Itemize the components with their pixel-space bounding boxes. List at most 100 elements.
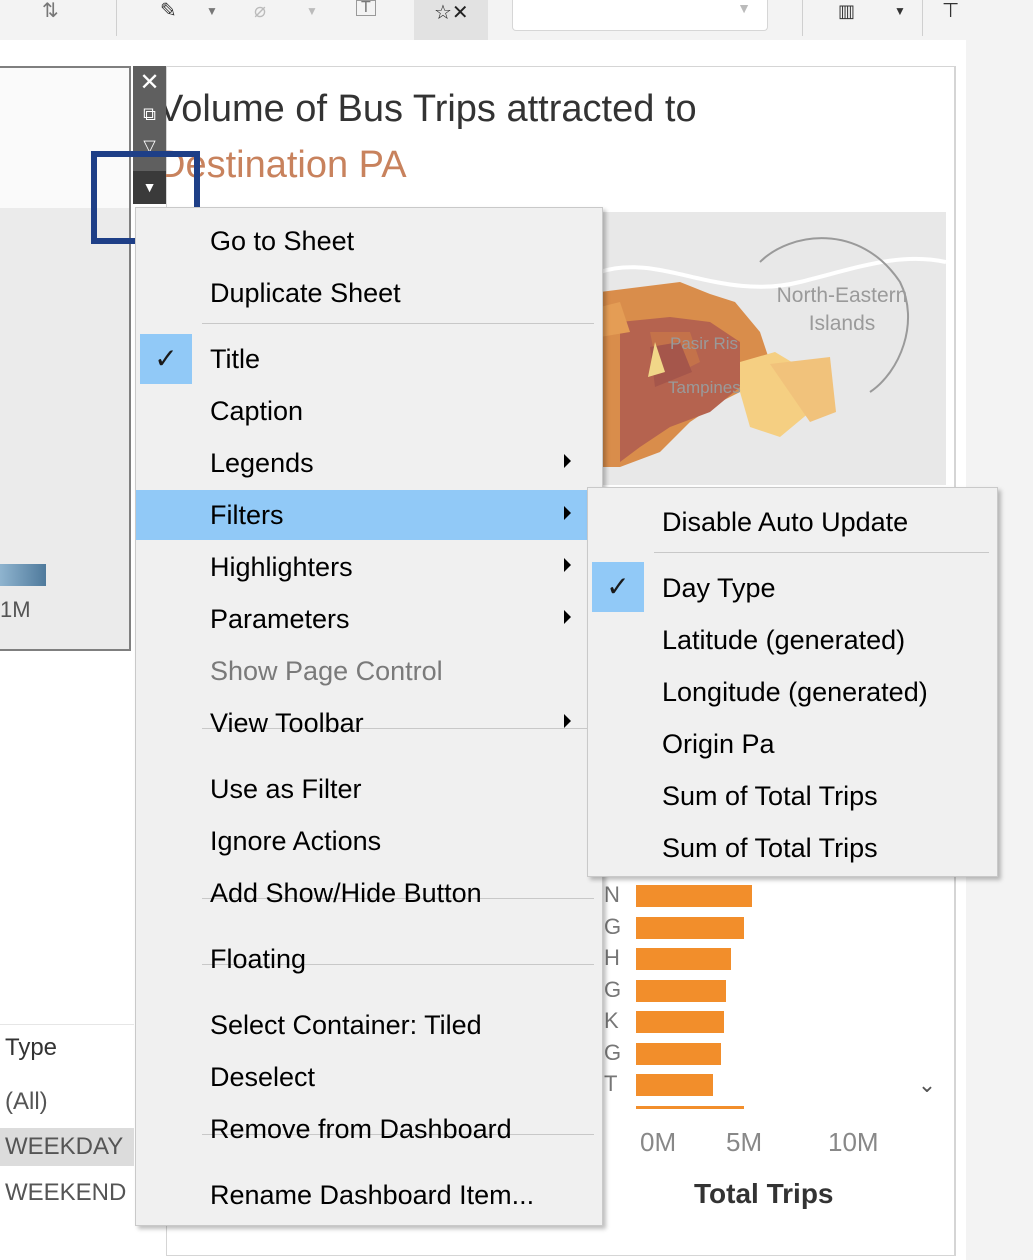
submenu-arrow-icon (564, 506, 571, 520)
menu-item-legends[interactable]: Legends (136, 438, 602, 488)
map-label-pasir-ris: Pasir Ris (670, 334, 739, 353)
show-me-icon[interactable]: ▥ (838, 0, 855, 22)
menu-item-label: Show Page Control (210, 656, 443, 686)
clear-filters-icon: ☆✕ (434, 2, 469, 24)
menu-item-caption[interactable]: Caption (136, 386, 602, 436)
bar-category-label: H (604, 945, 620, 970)
menu-item-label: Deselect (210, 1062, 316, 1092)
clear-filters-button[interactable]: ☆✕ (414, 0, 488, 40)
context-menu: Go to Sheet Duplicate Sheet ✓ Title Caption L… (135, 207, 603, 1226)
menu-item-label: Caption (210, 396, 304, 426)
paperclip-dropdown-arrow-icon[interactable]: ▼ (306, 0, 318, 22)
filter-option-weekday[interactable]: WEEKDAY (0, 1128, 134, 1166)
submenu-item-label: Sum of Total Trips (662, 833, 878, 863)
toolbar-separator (922, 0, 923, 36)
submenu-item-sum-of-total-trips[interactable]: Sum of Total Trips (588, 770, 997, 822)
submenu-item-label: Day Type (662, 573, 776, 603)
submenu-item-label: Latitude (generated) (662, 625, 906, 655)
axis-tick-label: 10M (828, 1127, 879, 1157)
sheet-title-line1: Volume of Bus Trips attracted to (158, 88, 697, 130)
menu-item-label: View Toolbar (210, 708, 364, 738)
map-label-north-eastern-islands: North-Eastern Islands (776, 284, 908, 335)
submenu-item-label: Disable Auto Update (662, 507, 909, 537)
menu-item-go-to-sheet[interactable]: Go to Sheet (136, 216, 602, 266)
choropleth-map[interactable]: North-Eastern Islands Pasir Ris Tampines (600, 212, 946, 485)
bar[interactable] (636, 1042, 721, 1065)
axis-title: Total Trips (694, 1178, 834, 1209)
toolbar: ⇅ ✎ ▼ ⌀ ▼ T ☆✕ ▼ ▥ ▼ ⊤ (0, 0, 1033, 40)
text-box-icon[interactable]: T (356, 0, 376, 16)
menu-item-label: Go to Sheet (210, 226, 355, 256)
device-preview-icon[interactable]: ⊤ (942, 0, 959, 22)
show-me-dropdown-arrow-icon[interactable]: ▼ (894, 0, 906, 22)
paperclip-icon[interactable]: ⌀ (254, 0, 266, 22)
highlight-dropdown-arrow-icon[interactable]: ▼ (206, 0, 218, 22)
menu-item-label: Filters (210, 500, 284, 530)
checkmark-icon: ✓ (140, 334, 192, 384)
menu-item-remove-from-dashboard[interactable]: Remove from Dashboard (136, 1104, 602, 1154)
submenu-item-latitude-generated[interactable]: Latitude (generated) (588, 614, 997, 666)
submenu-arrow-icon (564, 454, 571, 468)
menu-item-floating[interactable]: Floating (136, 934, 602, 984)
bar[interactable] (636, 1074, 713, 1096)
menu-separator (654, 552, 989, 553)
bar-category-label: N (604, 882, 620, 907)
sort-icon[interactable]: ⇅ (42, 0, 59, 22)
bar-category-label: T (604, 1071, 618, 1096)
submenu-item-day-type[interactable]: ✓ Day Type (588, 562, 997, 614)
submenu-item-disable-auto-update[interactable]: Disable Auto Update (588, 496, 997, 548)
filter-title: Type (5, 1034, 58, 1061)
menu-item-duplicate-sheet[interactable]: Duplicate Sheet (136, 268, 602, 318)
bar[interactable] (636, 1011, 724, 1033)
submenu-item-sum-of-total-trips[interactable]: Sum of Total Trips (588, 822, 997, 874)
submenu-item-origin-pa[interactable]: Origin Pa (588, 718, 997, 770)
bar-category-label: G (604, 1039, 622, 1065)
menu-item-filters[interactable]: Filters (136, 490, 602, 540)
bar[interactable] (636, 885, 752, 907)
menu-item-select-container-tiled[interactable]: Select Container: Tiled (136, 1000, 602, 1050)
menu-item-use-as-filter[interactable]: Use as Filter (136, 764, 602, 814)
color-legend-bar (0, 564, 46, 586)
menu-separator (202, 323, 594, 324)
menu-item-label: Use as Filter (210, 774, 362, 804)
toolbar-separator (116, 0, 117, 36)
filter-option-all[interactable]: (All) (0, 1083, 134, 1121)
map-graphic (600, 237, 946, 467)
legend-value-label: 1M (0, 597, 31, 622)
bar[interactable] (636, 948, 731, 970)
menu-item-ignore-actions[interactable]: Ignore Actions (136, 816, 602, 866)
submenu-item-longitude-generated[interactable]: Longitude (generated) (588, 666, 997, 718)
menu-item-label: Legends (210, 448, 314, 478)
highlight-pen-icon[interactable]: ✎ (160, 0, 177, 22)
menu-item-label: Parameters (210, 604, 350, 634)
chevron-down-icon: ▼ (737, 0, 751, 16)
menu-item-rename-dashboard-item[interactable]: Rename Dashboard Item... (136, 1170, 602, 1220)
map-label-tampines: Tampines (668, 378, 741, 397)
menu-item-label: Ignore Actions (210, 826, 382, 856)
go-to-sheet-icon[interactable]: ⧉ (133, 104, 166, 125)
menu-item-deselect[interactable]: Deselect (136, 1052, 602, 1102)
filter-option-weekend[interactable]: WEEKEND (0, 1174, 134, 1212)
scroll-down-icon[interactable]: ⌄ (912, 1072, 942, 1102)
submenu-item-label: Origin Pa (662, 729, 775, 759)
submenu-arrow-icon (564, 714, 571, 728)
bar-category-label: K (604, 1008, 619, 1033)
menu-item-title[interactable]: ✓ Title (136, 334, 602, 384)
submenu-arrow-icon (564, 610, 571, 624)
toolbar-separator (802, 0, 803, 36)
submenu-item-label: Longitude (generated) (662, 677, 928, 707)
axis-tick-label: 5M (726, 1127, 763, 1157)
menu-item-add-show-hide-button[interactable]: Add Show/Hide Button (136, 868, 602, 918)
menu-item-parameters[interactable]: Parameters (136, 594, 602, 644)
checkmark-icon: ✓ (592, 562, 644, 612)
menu-item-view-toolbar[interactable]: View Toolbar (136, 698, 602, 748)
bar[interactable] (636, 979, 726, 1002)
bar[interactable] (636, 916, 744, 939)
axis-tick-label: 0M (640, 1127, 677, 1157)
close-icon[interactable]: ✕ (133, 68, 166, 97)
filters-submenu: Disable Auto Update ✓ Day Type Latitude (ge… (587, 487, 998, 877)
menu-item-label: Title (210, 344, 261, 374)
toolbar-dropdown[interactable]: ▼ (512, 0, 768, 31)
submenu-item-label: Sum of Total Trips (662, 781, 878, 811)
menu-item-highlighters[interactable]: Highlighters (136, 542, 602, 592)
